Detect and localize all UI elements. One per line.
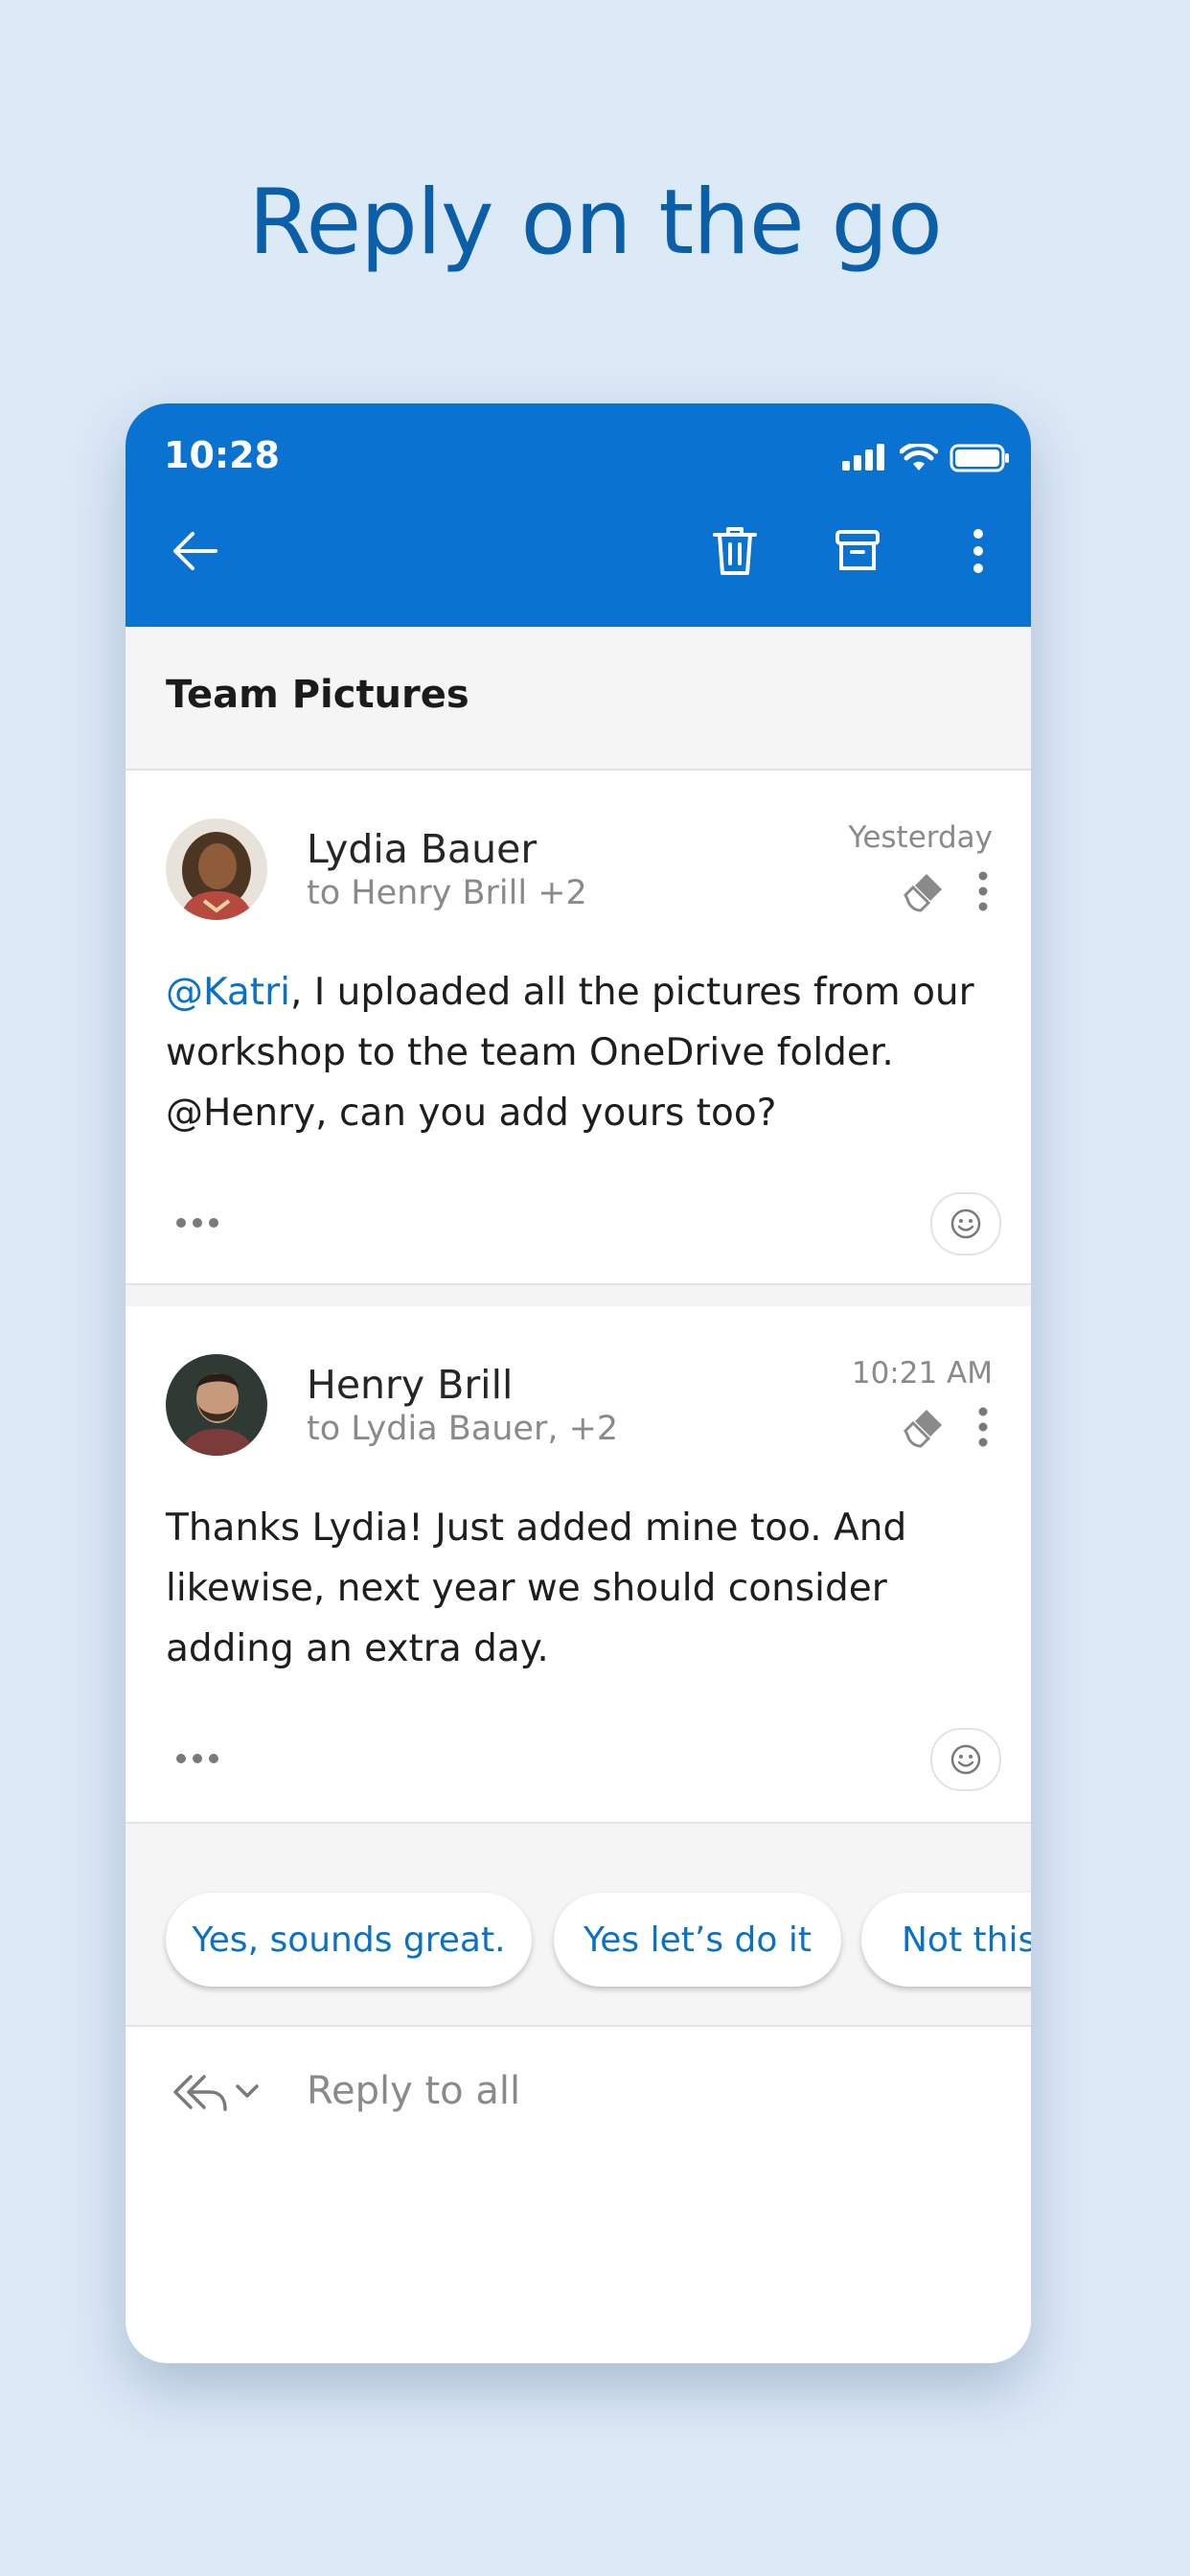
suggested-reply-2[interactable]: Yes let’s do it — [554, 1893, 841, 1987]
suggested-reply-1[interactable]: Yes, sounds great. — [166, 1893, 532, 1987]
avatar[interactable] — [166, 1354, 267, 1456]
page-headline: Reply on the go — [248, 171, 943, 275]
message-divider — [126, 1283, 1031, 1308]
message-card-lydia[interactable]: Lydia Bauer to Henry Brill +2 Yesterday … — [126, 770, 1031, 1300]
suggested-reply-3[interactable]: Not this — [861, 1893, 1031, 1987]
sweep-icon[interactable] — [904, 870, 946, 912]
reply-all-icon[interactable] — [172, 2071, 229, 2113]
smiley-icon — [950, 1744, 981, 1775]
chevron-down-icon[interactable] — [235, 2082, 260, 2100]
sweep-icon[interactable] — [904, 1406, 946, 1448]
message-more-icon[interactable] — [969, 1406, 997, 1448]
message-time: 10:21 AM — [851, 1356, 993, 1391]
phone-content: Lydia Bauer to Henry Brill +2 Yesterday … — [126, 403, 1031, 2363]
message-more-icon[interactable] — [969, 870, 997, 912]
message-time: Yesterday — [848, 820, 994, 855]
reaction-button[interactable] — [930, 1728, 1001, 1791]
reply-bar[interactable]: Reply to all — [126, 2025, 1031, 2169]
avatar-henry-image — [166, 1354, 267, 1456]
sender-name: Henry Brill — [307, 1362, 514, 1408]
recipients: to Lydia Bauer, +2 — [307, 1410, 619, 1448]
reply-input[interactable]: Reply to all — [307, 2069, 520, 2113]
avatar-lydia-image — [166, 818, 267, 920]
message-body: Thanks Lydia! Just added mine too. And l… — [166, 1506, 907, 1670]
expand-dots-icon[interactable] — [173, 1215, 221, 1230]
sender-name: Lydia Bauer — [307, 826, 538, 872]
mention-link[interactable]: @Katri — [166, 971, 290, 1014]
recipients: to Henry Brill +2 — [307, 874, 587, 912]
suggested-replies: Yes, sounds great. Yes let’s do it Not t… — [126, 1822, 1031, 2027]
message-body: @Katri, I uploaded all the pictures from… — [166, 962, 990, 1143]
expand-dots-icon[interactable] — [173, 1751, 221, 1766]
reaction-button[interactable] — [930, 1192, 1001, 1255]
avatar[interactable] — [166, 818, 267, 920]
message-card-henry[interactable]: Henry Brill to Lydia Bauer, +2 10:21 AM … — [126, 1306, 1031, 1820]
smiley-icon — [950, 1208, 981, 1239]
